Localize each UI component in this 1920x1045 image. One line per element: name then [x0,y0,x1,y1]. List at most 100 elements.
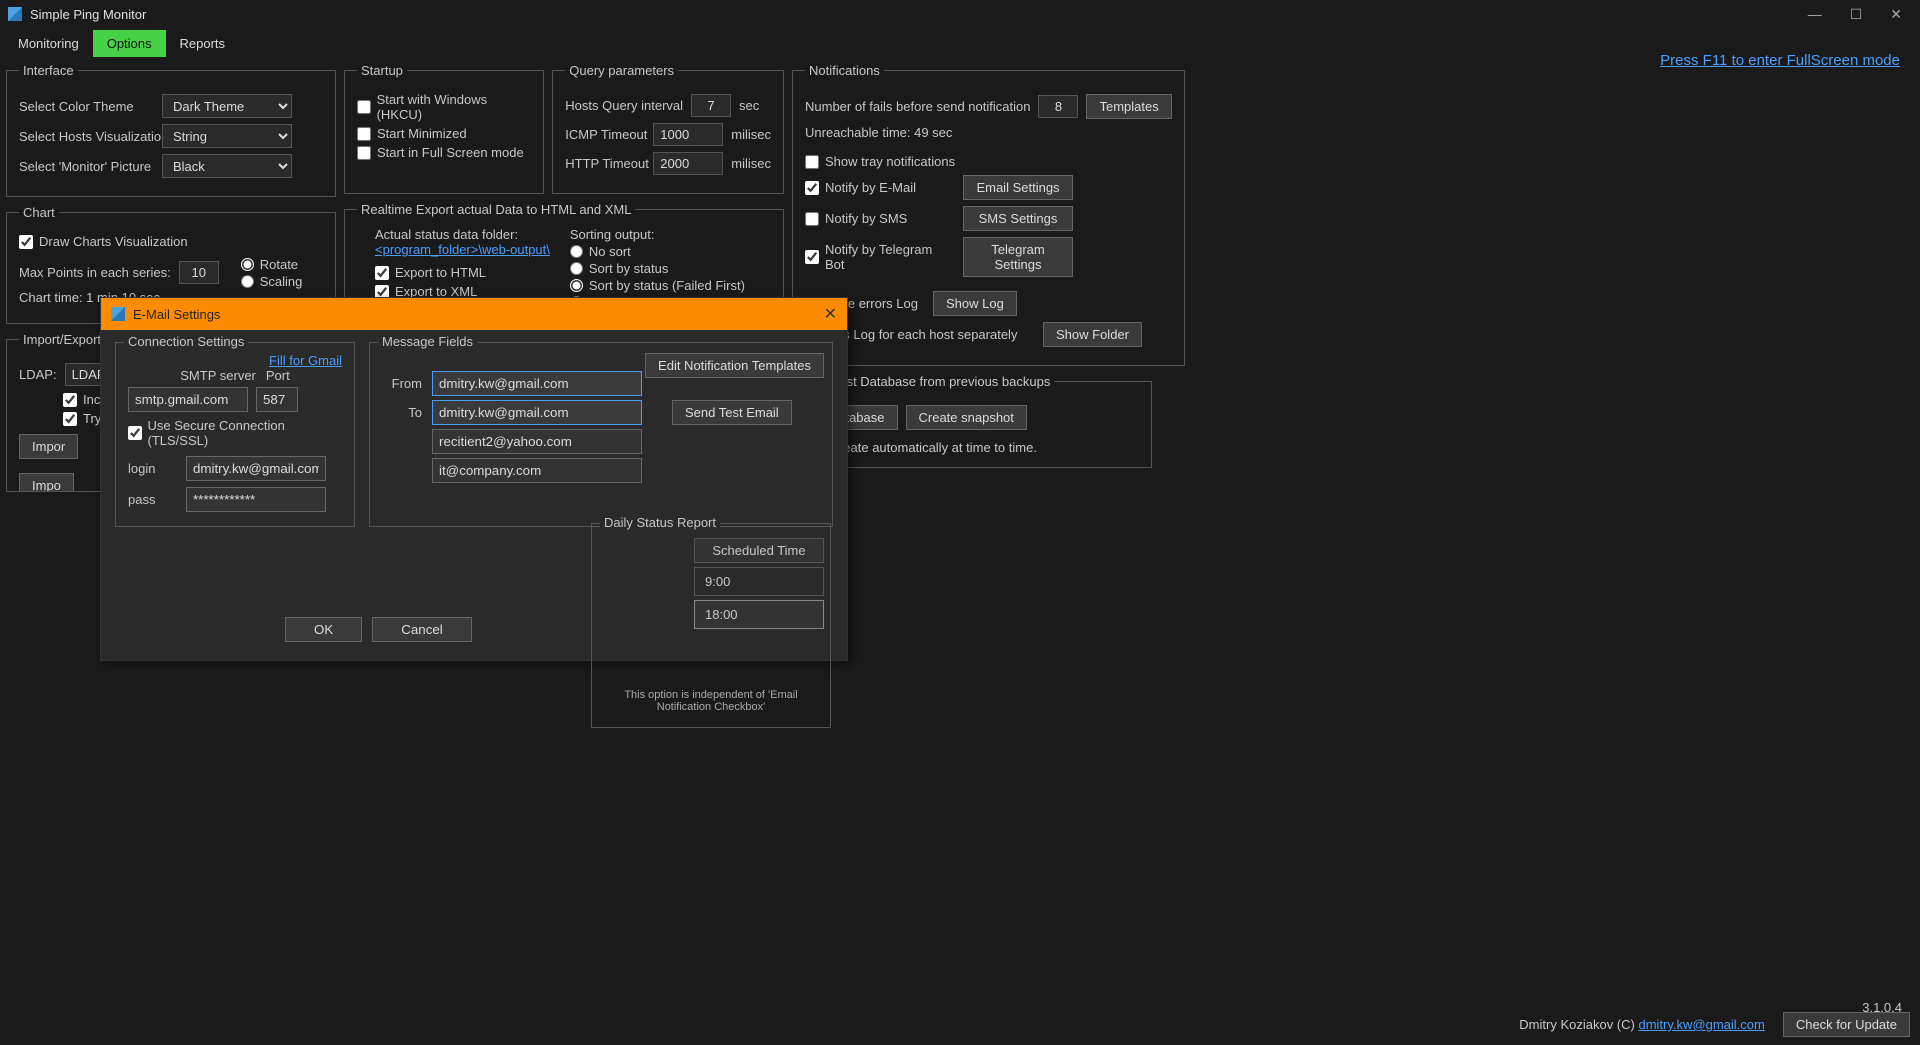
import-button-2[interactable]: Impo [19,473,74,492]
tg-check[interactable] [805,250,819,264]
sched-time-1[interactable]: 9:00 [694,567,824,596]
send-test-button[interactable]: Send Test Email [672,400,792,425]
dialog-titlebar: E-Mail Settings ✕ [101,298,847,330]
chart-legend: Chart [19,205,59,220]
interval-input[interactable] [691,94,731,117]
start-hkcu-label: Start with Windows (HKCU) [377,92,532,122]
icmp-input[interactable] [653,123,723,146]
port-input[interactable] [256,387,298,412]
templates-button[interactable]: Templates [1086,94,1171,119]
sms-check[interactable] [805,212,819,226]
folder-link[interactable]: <program_folder>\web-output\ [375,242,550,257]
message-fields-legend: Message Fields [378,334,477,349]
hosts-viz-select[interactable]: String [162,124,292,148]
showfolder-button[interactable]: Show Folder [1043,322,1142,347]
fails-input[interactable] [1038,95,1078,118]
to-label: To [382,405,422,420]
scaling-radio[interactable] [241,275,254,288]
try-label: Try [83,411,101,426]
hosts-viz-label: Select Hosts Visualization [19,129,154,144]
start-min-check[interactable] [357,127,371,141]
tls-label: Use Secure Connection (TLS/SSL) [148,418,343,448]
close-icon[interactable]: ✕ [1890,6,1902,23]
color-theme-label: Select Color Theme [19,99,154,114]
tls-check[interactable] [128,426,142,440]
email-settings-button[interactable]: Email Settings [963,175,1073,200]
start-fs-check[interactable] [357,146,371,160]
sms-settings-button[interactable]: SMS Settings [963,206,1073,231]
export-legend: Realtime Export actual Data to HTML and … [357,202,635,217]
credit-link[interactable]: dmitry.kw@gmail.com [1638,1017,1764,1032]
edit-templates-button[interactable]: Edit Notification Templates [645,353,824,378]
start-hkcu-check[interactable] [357,100,371,114]
http-input[interactable] [653,152,723,175]
snapshot-button[interactable]: Create snapshot [906,405,1027,430]
icmp-label: ICMP Timeout [565,127,645,142]
sort-failed-radio[interactable] [570,279,583,292]
http-label: HTTP Timeout [565,156,645,171]
sort-status-radio[interactable] [570,262,583,275]
daily-report-legend: Daily Status Report [600,515,720,530]
showlog-button[interactable]: Show Log [933,291,1017,316]
email-check[interactable] [805,181,819,195]
color-theme-select[interactable]: Dark Theme [162,94,292,118]
smtp-input[interactable] [128,387,248,412]
rotate-radio[interactable] [241,258,254,271]
dialog-close-icon[interactable]: ✕ [824,304,837,324]
main-tabs: Monitoring Options Reports [0,28,1920,57]
to-input-2[interactable] [432,429,642,454]
tab-reports[interactable]: Reports [166,30,240,57]
check-update-button[interactable]: Check for Update [1783,1012,1910,1037]
cancel-button[interactable]: Cancel [372,617,472,642]
pass-input[interactable] [186,487,326,512]
tray-check[interactable] [805,155,819,169]
app-icon [8,7,22,21]
restore-note: also create automatically at time to tim… [805,440,1139,455]
credit-text: Dmitry Koziakov (C) [1519,1017,1638,1032]
message-fields-group: Message Fields Edit Notification Templat… [369,342,833,527]
connection-group: Connection Settings Fill for Gmail SMTP … [115,342,355,527]
sort-none-radio[interactable] [570,245,583,258]
tray-label: Show tray notifications [825,154,955,169]
tab-options[interactable]: Options [93,30,166,57]
dialog-title: E-Mail Settings [133,307,816,322]
to-input-3[interactable] [432,458,642,483]
ok-button[interactable]: OK [285,617,362,642]
sms-label: Notify by SMS [825,211,907,226]
interval-label: Hosts Query interval [565,98,683,113]
interface-legend: Interface [19,63,78,78]
pass-label: pass [128,492,178,507]
inc-check[interactable] [63,393,77,407]
export-html-label: Export to HTML [395,265,486,280]
startup-group: Startup Start with Windows (HKCU) Start … [344,63,544,194]
from-label: From [382,376,422,391]
monitor-pic-select[interactable]: Black [162,154,292,178]
window-title: Simple Ping Monitor [30,7,1808,22]
titlebar: Simple Ping Monitor — ☐ ✕ [0,0,1920,28]
interface-group: Interface Select Color Theme Dark Theme … [6,63,336,197]
export-html-check[interactable] [375,266,389,280]
maximize-icon[interactable]: ☐ [1850,6,1863,23]
sort-label: Sorting output: [570,227,745,242]
inc-label: Inc [83,392,100,407]
draw-charts-label: Draw Charts Visualization [39,234,188,249]
sched-header: Scheduled Time [694,538,824,563]
import-button-1[interactable]: Impor [19,434,78,459]
to-input-1[interactable] [432,400,642,425]
draw-charts-check[interactable] [19,235,33,249]
tab-monitoring[interactable]: Monitoring [4,30,93,57]
login-label: login [128,461,178,476]
minimize-icon[interactable]: — [1808,6,1822,23]
tg-label: Notify by Telegram Bot [825,242,955,272]
statusbar: Dmitry Koziakov (C) dmitry.kw@gmail.com … [0,1008,1920,1041]
login-input[interactable] [186,456,326,481]
email-label: Notify by E-Mail [825,180,916,195]
try-check[interactable] [63,412,77,426]
start-min-label: Start Minimized [377,126,467,141]
maxpts-input[interactable] [179,261,219,284]
from-input[interactable] [432,371,642,396]
maxpts-label: Max Points in each series: [19,265,171,280]
sched-time-2[interactable]: 18:00 [694,600,824,629]
tg-settings-button[interactable]: Telegram Settings [963,237,1073,277]
fill-gmail-link[interactable]: Fill for Gmail [269,353,342,368]
